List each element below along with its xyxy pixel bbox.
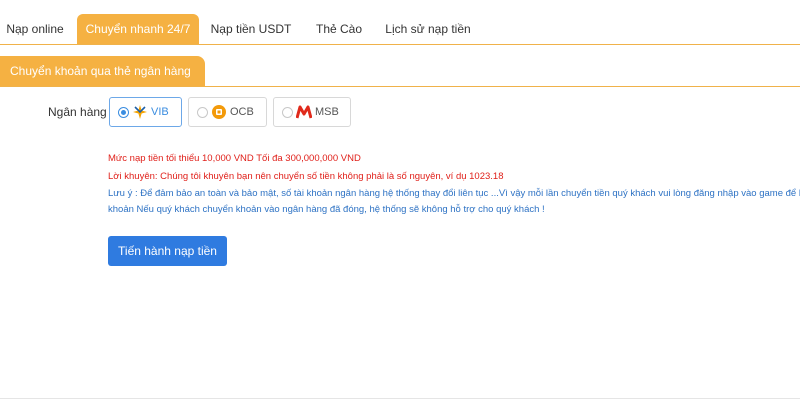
bank-name-ocb: OCB bbox=[230, 106, 254, 118]
ocb-logo-icon bbox=[212, 105, 226, 119]
radio-ocb[interactable] bbox=[197, 107, 208, 118]
bank-option-vib[interactable]: VIB bbox=[109, 97, 182, 127]
notice-note-line1: Lưu ý : Để đảm bảo an toàn và bảo mật, s… bbox=[108, 188, 800, 199]
notice-note-line2: khoản Nếu quý khách chuyển khoản vào ngâ… bbox=[108, 204, 545, 215]
radio-vib[interactable] bbox=[118, 107, 129, 118]
radio-msb[interactable] bbox=[282, 107, 293, 118]
notice-advice: Lời khuyên: Chúng tôi khuyên bạn nên chu… bbox=[108, 171, 504, 182]
bank-option-msb[interactable]: MSB bbox=[273, 97, 351, 127]
tab-the-cao[interactable]: Thẻ Cào bbox=[304, 14, 374, 44]
tab-nap-tien-usdt[interactable]: Nạp tiền USDT bbox=[206, 14, 296, 44]
subtab-bank-transfer[interactable]: Chuyển khoản qua thẻ ngân hàng bbox=[0, 56, 205, 86]
submit-deposit-button[interactable]: Tiến hành nạp tiền bbox=[108, 236, 227, 266]
tab-nap-online[interactable]: Nạp online bbox=[0, 14, 70, 44]
tab-chuyen-nhanh[interactable]: Chuyển nhanh 24/7 bbox=[77, 14, 199, 44]
tab-lich-su-nap-tien[interactable]: Lịch sử nạp tiền bbox=[382, 14, 474, 44]
vib-logo-icon bbox=[133, 105, 147, 119]
bank-label: Ngân hàng bbox=[48, 105, 107, 119]
bank-name-vib: VIB bbox=[151, 106, 169, 118]
notice-limit: Mức nạp tiền tối thiểu 10,000 VND Tối đa… bbox=[108, 153, 361, 164]
bank-option-ocb[interactable]: OCB bbox=[188, 97, 267, 127]
msb-logo-icon bbox=[296, 105, 312, 119]
bank-name-msb: MSB bbox=[315, 106, 339, 118]
bottom-divider bbox=[0, 398, 800, 399]
subtab-bar: Chuyển khoản qua thẻ ngân hàng bbox=[0, 56, 800, 87]
deposit-tabs: Nạp online Chuyển nhanh 24/7 Nạp tiền US… bbox=[0, 14, 800, 45]
